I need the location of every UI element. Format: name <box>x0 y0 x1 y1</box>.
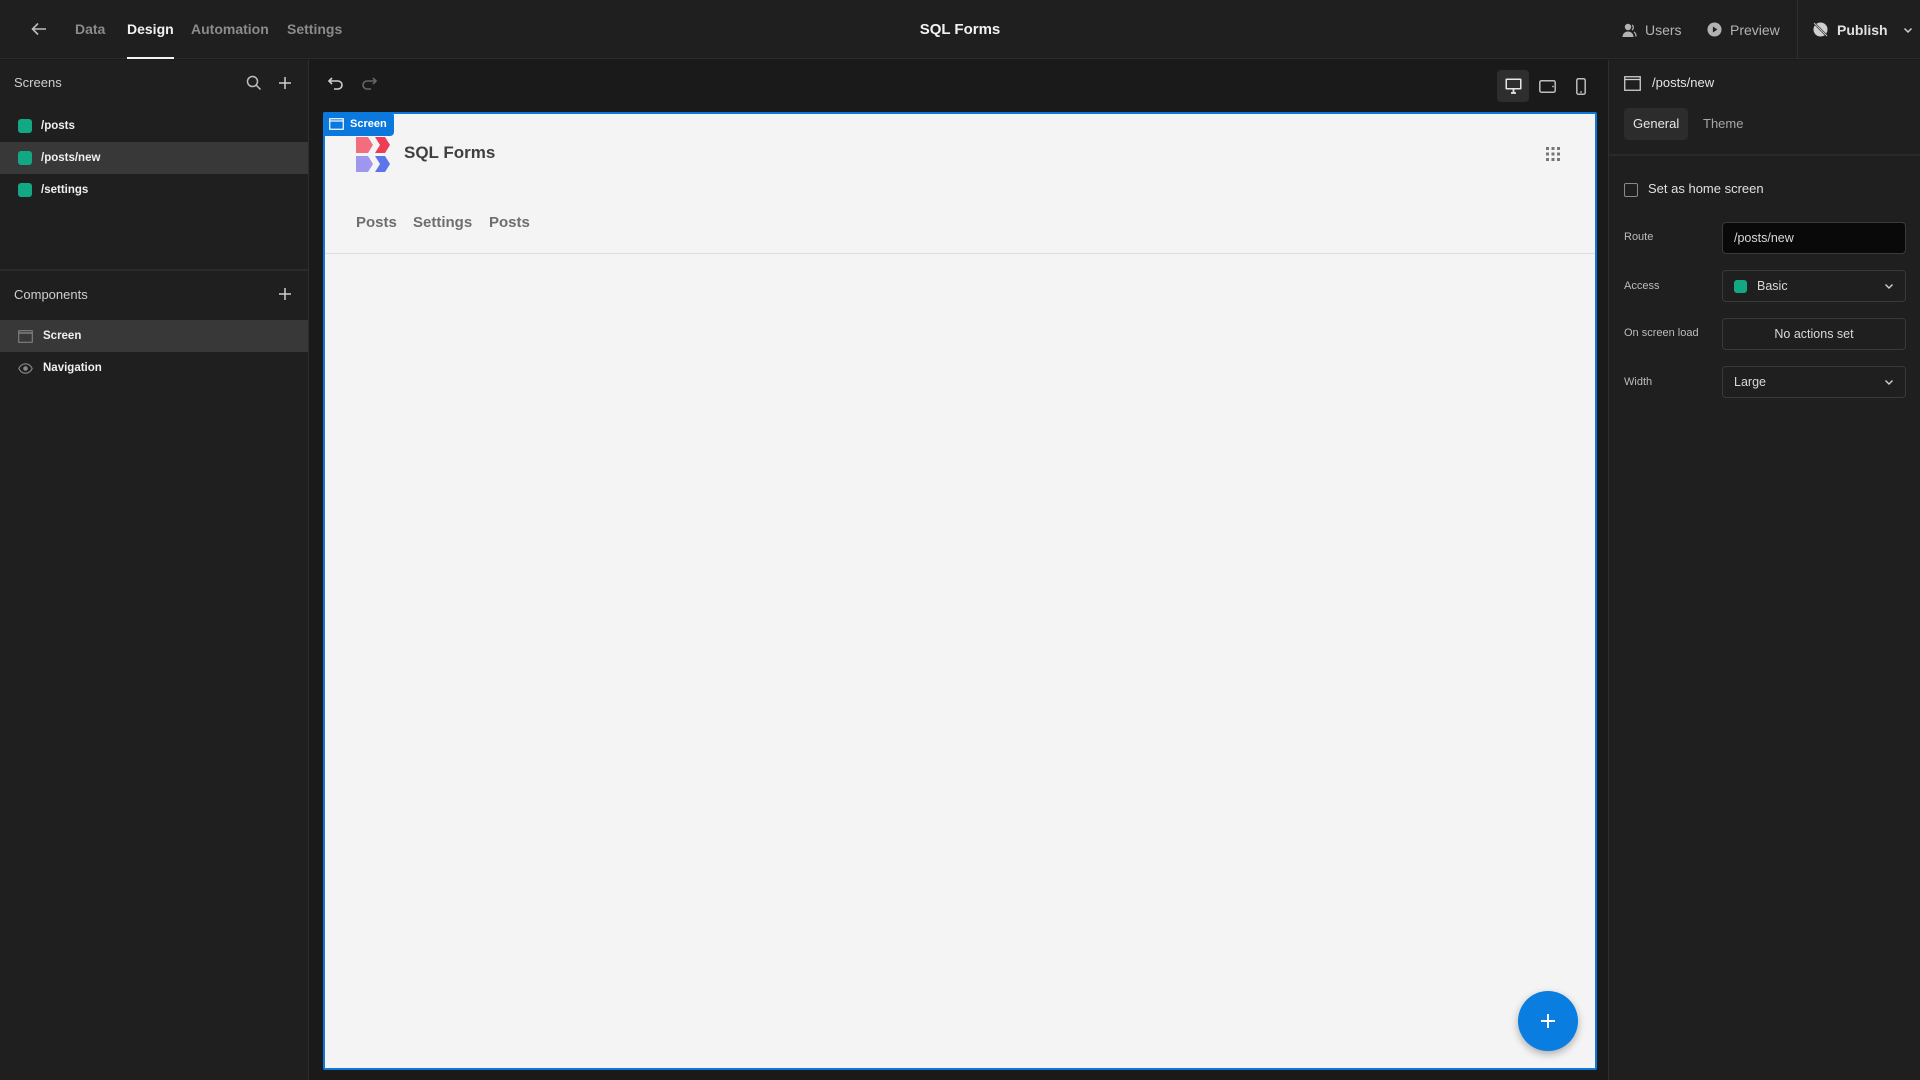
screen-color-swatch <box>18 183 32 197</box>
route-input[interactable]: /posts/new <box>1722 222 1906 254</box>
component-item-screen[interactable]: Screen <box>0 320 308 352</box>
width-value: Large <box>1734 375 1766 389</box>
onload-value: No actions set <box>1774 327 1854 341</box>
app-nav-link-posts-2[interactable]: Posts <box>489 214 530 231</box>
chevron-down-icon <box>1903 27 1912 33</box>
search-icon <box>246 75 262 91</box>
device-desktop-button[interactable] <box>1497 70 1529 102</box>
screen-color-swatch <box>18 151 32 165</box>
redo-button[interactable] <box>359 73 379 93</box>
section-divider <box>0 269 308 271</box>
access-color-swatch <box>1734 279 1747 293</box>
publish-button[interactable]: Publish <box>1812 0 1914 59</box>
plus-icon <box>279 288 291 300</box>
app-name: SQL Forms <box>404 143 496 162</box>
width-select[interactable]: Large <box>1722 366 1906 398</box>
redo-icon <box>362 77 378 90</box>
screen-item-label: /posts/new <box>41 152 101 164</box>
desktop-icon <box>1505 78 1521 94</box>
users-label: Users <box>1645 21 1682 38</box>
access-value: Basic <box>1757 279 1788 293</box>
tab-theme[interactable]: Theme <box>1694 108 1752 140</box>
screen-icon <box>1624 76 1641 91</box>
screen-item-label: /settings <box>41 184 89 196</box>
home-screen-label: Set as home screen <box>1648 181 1764 196</box>
play-circle-icon <box>1707 22 1722 37</box>
route-label: Route <box>1624 231 1654 243</box>
preview-button[interactable]: Preview <box>1707 0 1780 59</box>
grid-icon <box>1546 147 1560 161</box>
tab-automation[interactable]: Automation <box>191 0 269 59</box>
properties-title: /posts/new <box>1652 75 1715 90</box>
route-value: /posts/new <box>1734 231 1794 245</box>
device-tablet-button[interactable] <box>1531 70 1563 102</box>
screen-preview[interactable] <box>323 112 1597 1070</box>
tab-general[interactable]: General <box>1624 108 1689 140</box>
screens-title: Screens <box>14 75 62 90</box>
eye-icon <box>18 361 33 376</box>
properties-divider <box>1609 154 1920 156</box>
app-nav-link-settings[interactable]: Settings <box>413 214 472 231</box>
divider <box>1797 0 1798 59</box>
screen-tag-label: Screen <box>350 118 387 130</box>
app-menu-button[interactable] <box>1543 144 1563 164</box>
home-screen-checkbox[interactable] <box>1624 183 1638 197</box>
access-select[interactable]: Basic <box>1722 270 1906 302</box>
users-button[interactable]: Users <box>1621 0 1682 59</box>
undo-icon <box>327 77 343 90</box>
onload-actions-button[interactable]: No actions set <box>1722 318 1906 350</box>
add-component-button[interactable] <box>275 284 295 304</box>
properties-panel <box>1608 60 1920 1080</box>
screen-color-swatch <box>18 119 32 133</box>
top-bar: Data Design Automation Settings SQL Form… <box>0 0 1920 59</box>
plus-icon <box>279 77 291 89</box>
screen-icon <box>329 118 344 130</box>
tab-design[interactable]: Design <box>127 0 174 59</box>
screen-item-settings[interactable]: /settings <box>0 174 308 206</box>
plus-icon <box>1541 1014 1555 1028</box>
left-sidebar: Screens /posts /posts/new /settings Comp… <box>0 60 309 1080</box>
component-item-navigation[interactable]: Navigation <box>0 352 308 384</box>
mobile-icon <box>1576 77 1586 95</box>
screen-item-label: /posts <box>41 120 75 132</box>
app-nav-divider <box>325 253 1595 254</box>
screen-item-posts[interactable]: /posts <box>0 110 308 142</box>
arrow-left-icon <box>31 22 46 36</box>
search-screens-button[interactable] <box>244 73 264 93</box>
chevron-down-icon <box>1885 284 1893 289</box>
component-item-label: Navigation <box>43 362 102 374</box>
screen-selection-tag[interactable]: Screen <box>323 112 394 136</box>
components-title: Components <box>14 287 88 302</box>
add-screen-button[interactable] <box>275 73 295 93</box>
chevron-down-icon <box>1885 380 1893 385</box>
publish-off-icon <box>1813 22 1828 37</box>
back-button[interactable] <box>28 18 50 40</box>
access-label: Access <box>1624 280 1660 292</box>
component-item-label: Screen <box>43 330 82 342</box>
preview-label: Preview <box>1730 21 1780 38</box>
add-component-fab[interactable] <box>1518 991 1578 1051</box>
tablet-icon <box>1538 79 1556 93</box>
screen-item-posts-new[interactable]: /posts/new <box>0 142 308 174</box>
publish-label: Publish <box>1837 21 1888 38</box>
app-nav-link-posts[interactable]: Posts <box>356 214 397 231</box>
tab-settings[interactable]: Settings <box>287 0 342 59</box>
width-label: Width <box>1624 376 1653 388</box>
undo-button[interactable] <box>326 73 346 93</box>
app-logo <box>356 137 390 172</box>
tab-data[interactable]: Data <box>75 0 105 59</box>
device-mobile-button[interactable] <box>1565 70 1597 102</box>
users-icon <box>1622 23 1637 37</box>
screen-icon <box>18 329 33 344</box>
onload-label: On screen load <box>1624 327 1699 339</box>
